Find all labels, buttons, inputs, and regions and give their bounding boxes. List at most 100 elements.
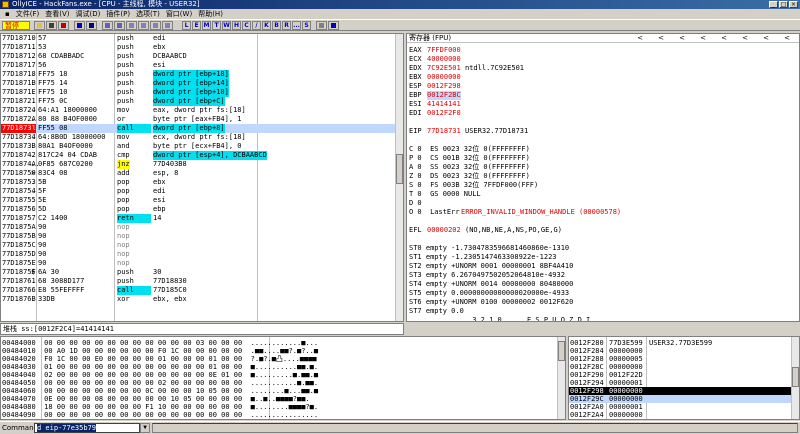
restart-button[interactable] [46,21,57,30]
disassembly-row[interactable]: 77D18753. 5B pop ebx [1,178,403,187]
title-bar[interactable]: OllyICE - HackFans.exe - [CPU - 主线程, 模块 … [0,0,800,9]
trace-into-button[interactable] [126,21,137,30]
register-comment[interactable]: ntdll.7C92E501 [465,64,524,73]
disassembly-row[interactable]: 77D1875E 90 nop [1,259,403,268]
register-value[interactable]: 0012F2BC [427,91,461,100]
register-value[interactable]: 00000202 [427,226,461,235]
arrow-icon[interactable]: < [651,34,671,43]
disassembly-row[interactable]: 77D18757. C2 1400 retn 14 [1,214,403,223]
disassembly-row[interactable]: 77D18731. FF55 08 call dword ptr [ebp+8] [1,124,403,133]
command-dropdown-button[interactable]: ▼ [140,423,150,433]
arrow-icon[interactable]: < [693,34,713,43]
fpu-register[interactable]: ST5 empty 0.00000000000000020000e-4933 [409,289,569,298]
minimize-button[interactable]: _ [769,1,778,8]
fpu-register[interactable]: ST6 empty +UNORM 0100 00000002 0012F620 [409,298,573,307]
threads-window-button[interactable]: T [212,21,221,30]
register-name[interactable]: EFL [409,226,422,235]
fpu-register[interactable]: ST1 empty -1.2305147463308922e-1223 [409,253,557,262]
options-button[interactable] [316,21,327,30]
register-value[interactable]: 7FFDF000 [427,46,461,55]
disassembly-row[interactable]: 77D18710. 57 push edi [1,34,403,43]
stack-row[interactable]: 0012F290 0012F22D [569,371,793,379]
fpu-register[interactable]: ST4 empty +UNORM 0014 00000000 80480000 [409,280,573,289]
menu-plugins[interactable]: 插件(P) [103,9,133,19]
disassembly-row[interactable]: 77D1872A. 80 88 B4OF0000 or byte ptr [eax+F… [1,115,403,124]
register-name[interactable]: EIP [409,127,422,136]
register-value[interactable]: 00000000 [427,73,461,82]
breakpoints-window-button[interactable]: B [272,21,281,30]
register-comment[interactable]: (NO,NB,NE,A,NS,PO,GE,G) [465,226,562,235]
disassembly-row[interactable]: 77D18756. 5D pop ebp [1,205,403,214]
register-name[interactable]: EDI [409,109,422,118]
stack-row[interactable]: 0012F288 00000005 [569,355,793,363]
disassembly-row[interactable]: 77D18734. 64:8B0D 18000000 mov ecx, dword p… [1,133,403,142]
arrow-icon[interactable]: < [630,34,650,43]
disassembly-row[interactable]: 77D18721. FF75 0C push dword ptr [ebp+C] [1,97,403,106]
execute-till-return-button[interactable] [150,21,161,30]
register-name[interactable]: ESI [409,100,422,109]
flag-text[interactable]: S 0 FS 003B 32位 7FFDF000(FFF) [409,181,538,190]
maximize-button[interactable]: □ [779,1,788,8]
flag-text[interactable]: D 0 [409,199,422,208]
flag-text[interactable]: A 0 SS 0023 32位 0(FFFFFFFF) [409,163,530,172]
disassembly-row[interactable]: 77D18717. 56 push esi [1,61,403,70]
arrow-icon[interactable]: < [756,34,776,43]
menu-view[interactable]: 查看(V) [42,9,72,19]
stack-row[interactable]: 0012F29C 00000000 [569,395,793,403]
run-button[interactable] [74,21,85,30]
dump-scrollbar[interactable] [557,337,565,419]
disassembly-row[interactable]: 77D1876B. 33DB xor ebx, ebx [1,295,403,304]
registers-pane[interactable]: 寄存器 (FPU) < < < < < < < < EAX 7FFDF000 ECX… [406,33,800,322]
help-button[interactable] [328,21,339,30]
step-into-button[interactable] [102,21,113,30]
menu-file[interactable]: 文件(F) [13,9,43,19]
arrow-icon[interactable]: < [714,34,734,43]
flag-text[interactable]: P 0 CS 001B 32位 0(FFFFFFFF) [409,154,530,163]
windows-window-button[interactable]: W [222,21,231,30]
close-debug-button[interactable] [58,21,69,30]
pause-button[interactable] [86,21,97,30]
register-name[interactable]: EAX [409,46,422,55]
disassembly-pane[interactable]: 77D18710. 57 push edi 77D18711. 53 push ebx 77D1… [0,33,404,322]
patches-window-button[interactable]: / [252,21,261,30]
flag-text[interactable]: T 0 GS 0000 NULL [409,190,481,199]
register-value[interactable]: 77D18731 [427,127,461,136]
goto-button[interactable] [162,21,173,30]
disassembly-row[interactable]: 77D1875A 90 nop [1,223,403,232]
modules-window-button[interactable]: E [192,21,201,30]
memory-dump-pane[interactable]: 00484000 00 00 00 00 00 00 00 00 00 00 0… [0,336,566,420]
disassembly-row[interactable]: 77D1875F $6A 30 push 30 [1,268,403,277]
disassembly-row[interactable]: 77D1871B. FF75 14 push dword ptr [ebp+14] [1,79,403,88]
menu-icon[interactable]: ▪ [2,9,13,19]
disassembly-row[interactable]: 77D18754. 5F pop edi [1,187,403,196]
register-name[interactable]: EBP [409,91,422,100]
disassembly-row[interactable]: 77D18742. 817C24 04 CDAB cmp dword ptr [esp… [1,151,403,160]
disassembly-row[interactable]: 77D1875C 90 nop [1,241,403,250]
handles-window-button[interactable]: H [232,21,241,30]
register-name[interactable]: EBX [409,73,422,82]
trace-over-button[interactable] [138,21,149,30]
fpu-register[interactable]: ST2 empty +UNORM 0001 00000001 8BF4A410 [409,262,573,271]
command-input[interactable]: d eip-77e35b79 [34,423,140,433]
callstack-window-button[interactable]: K [262,21,271,30]
register-value[interactable]: 0012F2F0 [427,109,461,118]
menu-debug[interactable]: 调试(D) [73,9,104,19]
register-value[interactable]: 7C92E501 [427,64,461,73]
stack-row[interactable]: 0012F280 77D3E599 USER32.77D3E599 [569,339,793,347]
register-view-arrows[interactable]: < < < < < < < < [630,34,797,43]
disassembly-row[interactable]: 77D1875D 90 nop [1,250,403,259]
last-error[interactable]: ERROR_INVALID_WINDOW_HANDLE (00000578) [461,208,621,217]
menu-help[interactable]: 帮助(H) [195,9,226,19]
stack-row[interactable]: 0012F284 00000000 [569,347,793,355]
stack-pane[interactable]: 0012F280 77D3E599 USER32.77D3E599 0012F284 0… [568,336,800,420]
arrow-icon[interactable]: < [735,34,755,43]
disassembly-row[interactable]: 77D1875B 90 nop [1,232,403,241]
stack-row[interactable]: 0012F298 00000000 [569,387,793,395]
open-button[interactable] [34,21,45,30]
stack-row[interactable]: 0012F2A4 00000000 [569,411,793,419]
source-window-button[interactable]: S [302,21,311,30]
flag-text[interactable]: O 0 LastErr [409,208,460,217]
log-window-button[interactable]: L [182,21,191,30]
disassembly-scrollbar[interactable] [395,34,403,321]
disassembly-row[interactable]: 77D18750 >83C4 08 add esp, 8 [1,169,403,178]
